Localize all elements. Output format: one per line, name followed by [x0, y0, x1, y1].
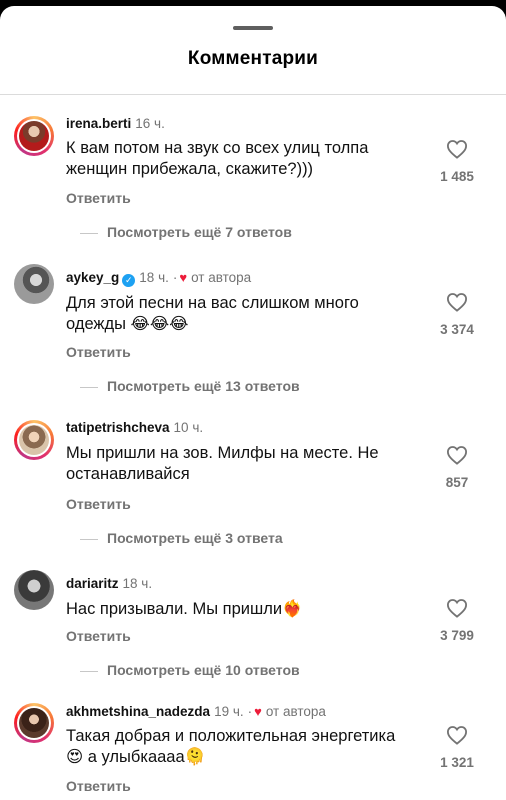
- like-button[interactable]: 3 374: [422, 292, 492, 337]
- username[interactable]: aykey_g: [66, 270, 119, 285]
- author-like-label: от автора: [265, 704, 326, 719]
- avatar[interactable]: [14, 570, 54, 610]
- reply-button[interactable]: Ответить: [66, 778, 131, 794]
- like-count: 1 321: [440, 755, 474, 770]
- avatar[interactable]: [14, 703, 54, 743]
- avatar[interactable]: [14, 264, 54, 304]
- author-heart-icon: ♥: [254, 704, 262, 719]
- comment-meta: irena.berti 16 ч.: [66, 116, 165, 131]
- reply-button[interactable]: Ответить: [66, 628, 131, 644]
- like-count: 3 374: [440, 322, 474, 337]
- heart-icon[interactable]: [446, 139, 468, 159]
- avatar[interactable]: [14, 116, 54, 156]
- verified-icon: ✓: [122, 274, 136, 287]
- reply-button[interactable]: Ответить: [66, 496, 131, 512]
- reply-button[interactable]: Ответить: [66, 190, 131, 206]
- avatar[interactable]: [14, 420, 54, 460]
- like-count: 3 799: [440, 628, 474, 643]
- drag-handle[interactable]: [233, 26, 273, 30]
- header-divider: [0, 94, 506, 95]
- like-button[interactable]: 3 799: [422, 598, 492, 643]
- author-heart-icon: ♥: [179, 270, 188, 285]
- author-like-label: от автора: [191, 270, 252, 285]
- comment-meta: dariaritz 18 ч.: [66, 576, 152, 591]
- comment-text: Для этой песни на вас слишком много одеж…: [66, 294, 359, 333]
- username[interactable]: irena.berti: [66, 116, 131, 131]
- heart-icon[interactable]: [446, 445, 468, 465]
- like-button[interactable]: 857: [422, 445, 492, 490]
- page-title: Комментарии: [187, 48, 319, 69]
- username[interactable]: dariaritz: [66, 576, 119, 591]
- like-count: 1 485: [440, 169, 474, 184]
- comment-time: 19 ч.: [214, 704, 244, 719]
- comment-meta: akhmetshina_nadezda 19 ч. · ♥ от автора: [66, 704, 326, 719]
- replies-line: [80, 232, 98, 234]
- view-replies-button[interactable]: Посмотреть ещё 7 ответов: [80, 224, 292, 240]
- username[interactable]: tatipetrishcheva: [66, 420, 170, 435]
- like-button[interactable]: 1 321: [422, 725, 492, 770]
- like-count: 857: [445, 475, 469, 490]
- comment-meta: aykey_g ✓ 18 ч. · ♥ от автора: [66, 270, 252, 287]
- comment-time: 18 ч.: [139, 270, 169, 285]
- comment-time: 16 ч.: [135, 116, 165, 131]
- view-replies-button[interactable]: Посмотреть ещё 3 ответа: [80, 530, 283, 546]
- reply-button[interactable]: Ответить: [66, 344, 131, 360]
- comment-time: 10 ч.: [173, 420, 204, 435]
- comment-text: К вам потом на звук со всех улиц толпа ж…: [66, 139, 369, 178]
- replies-line: [80, 386, 98, 388]
- comments-sheet: Комментарии irena.berti 16 ч. К вам потом…: [0, 6, 506, 800]
- replies-line: [80, 670, 98, 672]
- replies-line: [80, 538, 98, 540]
- comment-text: Такая добрая и положительная энергетика …: [66, 727, 396, 766]
- like-button[interactable]: 1 485: [422, 139, 492, 184]
- view-replies-button[interactable]: Посмотреть ещё 10 ответов: [80, 662, 300, 678]
- username[interactable]: akhmetshina_nadezda: [66, 704, 210, 719]
- comment-text: Мы пришли на зов. Милфы на месте. Не ост…: [66, 444, 379, 483]
- heart-icon[interactable]: [446, 598, 468, 618]
- heart-icon[interactable]: [446, 292, 468, 312]
- view-replies-button[interactable]: Посмотреть ещё 13 ответов: [80, 378, 300, 394]
- comment-text: Нас призывали. Мы пришли❤️‍🔥: [66, 600, 303, 618]
- comment-time: 18 ч.: [122, 576, 153, 591]
- heart-icon[interactable]: [446, 725, 468, 745]
- comment-meta: tatipetrishcheva 10 ч.: [66, 420, 203, 435]
